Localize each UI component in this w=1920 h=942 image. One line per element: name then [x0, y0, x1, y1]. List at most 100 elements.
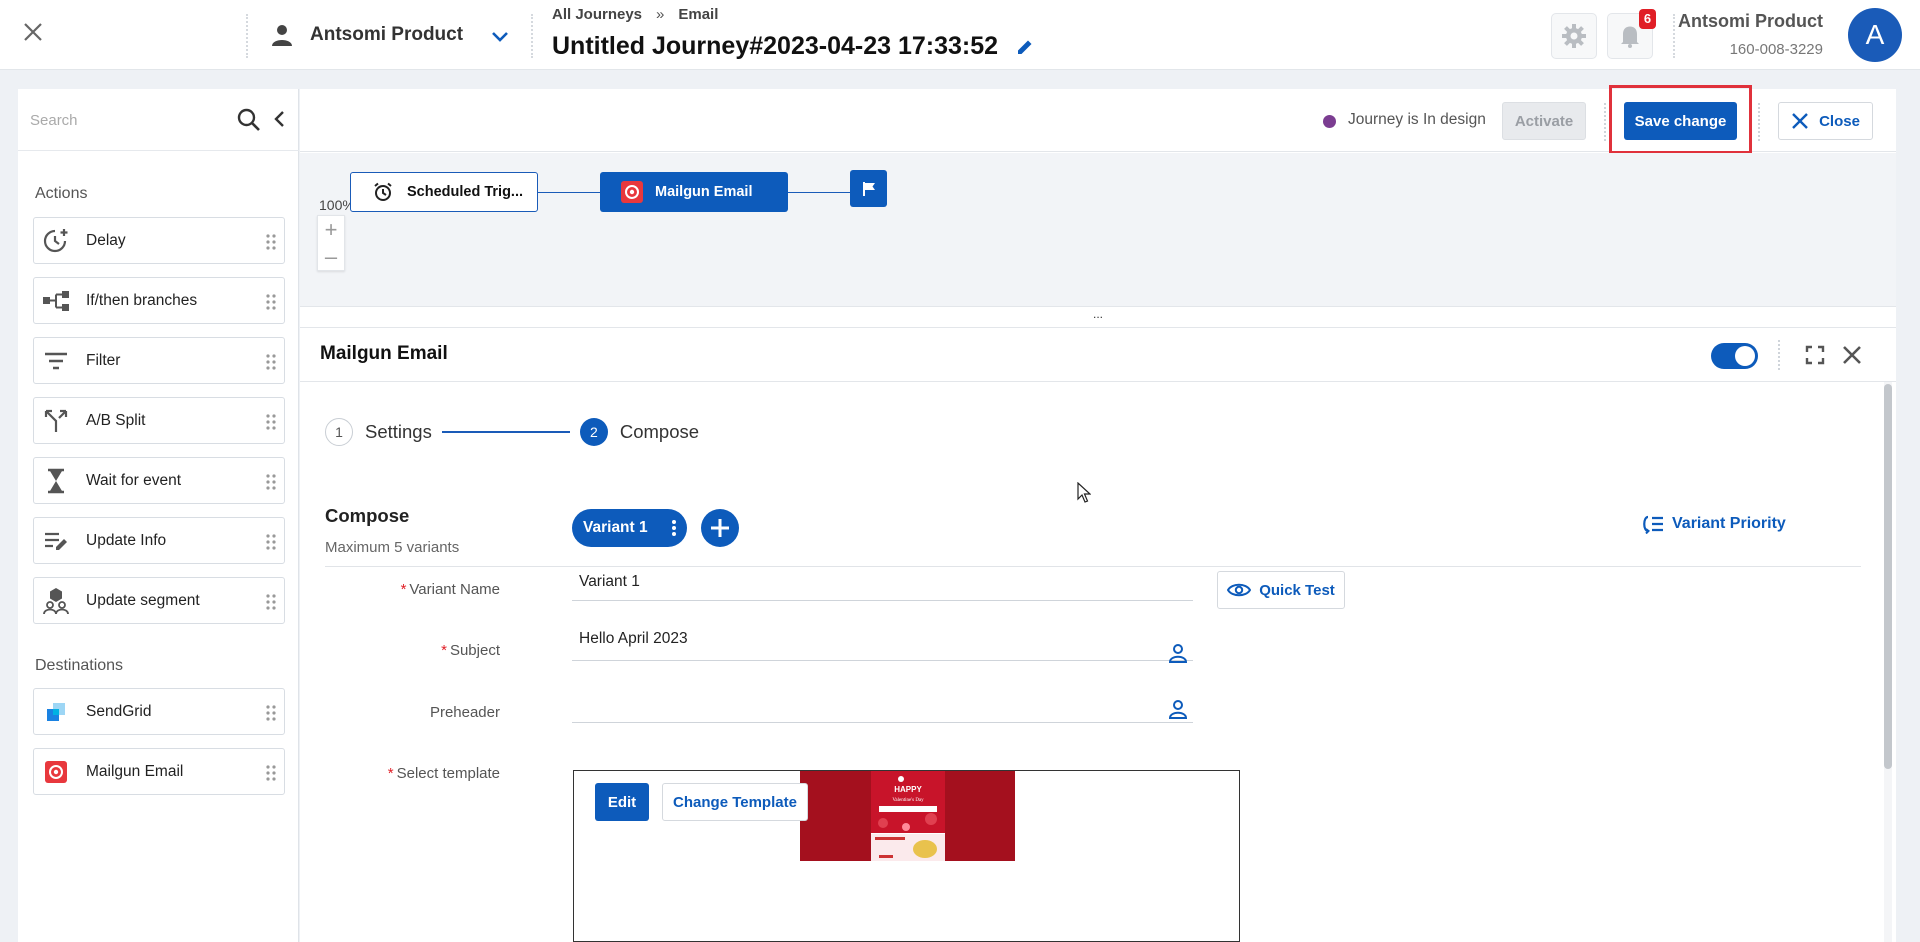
- sidebar-item-if-then-branches[interactable]: If/then branches: [33, 277, 285, 324]
- delay-icon: [42, 228, 70, 254]
- template-preview[interactable]: HAPPY Valentine's Day Edit Change Templa…: [573, 770, 1240, 942]
- account-selector[interactable]: Antsomi Product: [270, 20, 508, 50]
- breadcrumb-all-journeys[interactable]: All Journeys: [552, 6, 642, 23]
- mailgun-icon: [42, 759, 70, 785]
- journey-editor: Journey is In design Activate Save chang…: [300, 85, 1896, 942]
- journey-title-text: Untitled Journey#2023-04-23 17:33:52: [552, 32, 999, 60]
- compose-title: Compose: [325, 505, 410, 526]
- add-variant-button[interactable]: [701, 509, 739, 547]
- drag-handle-icon[interactable]: [266, 593, 276, 611]
- drag-handle-icon[interactable]: [266, 704, 276, 722]
- step-connector: [441, 431, 570, 433]
- expand-icon[interactable]: [1805, 345, 1825, 365]
- eye-icon: [1227, 583, 1252, 597]
- pencil-icon[interactable]: [1016, 38, 1034, 56]
- variant-tab-label: Variant 1: [583, 519, 648, 536]
- variant-priority-button[interactable]: Variant Priority: [1640, 514, 1786, 534]
- scrollbar-thumb[interactable]: [1884, 384, 1892, 769]
- step-compose[interactable]: 2 Compose: [579, 418, 700, 446]
- quick-test-button[interactable]: Quick Test: [1217, 571, 1345, 609]
- more-vertical-icon[interactable]: [671, 519, 677, 537]
- collapse-sidebar-icon[interactable]: [273, 109, 287, 129]
- hourglass-icon: [42, 468, 70, 494]
- header-divider: [1673, 14, 1675, 58]
- sidebar-item-update-info[interactable]: Update Info: [33, 517, 285, 564]
- sidebar-item-delay[interactable]: Delay: [33, 217, 285, 264]
- variant-tab[interactable]: Variant 1: [572, 509, 687, 547]
- sidebar-item-filter[interactable]: Filter: [33, 337, 285, 384]
- select-template-label: * Select template: [387, 765, 500, 782]
- account-name: Antsomi Product: [310, 24, 464, 45]
- node-scheduled-trigger[interactable]: Scheduled Trig...: [350, 172, 538, 212]
- scrollbar[interactable]: [1884, 382, 1892, 942]
- action-bar: Journey is In design Activate Save chang…: [300, 85, 1896, 154]
- step-settings[interactable]: 1 Settings: [325, 418, 432, 446]
- sidebar-item-ab-split[interactable]: A/B Split: [33, 397, 285, 444]
- priority-list-icon: [1643, 515, 1663, 534]
- drag-handle-icon[interactable]: [266, 764, 276, 782]
- mailgun-icon: [621, 181, 643, 203]
- divider: [1758, 103, 1760, 141]
- preheader-input[interactable]: [572, 683, 1193, 723]
- header-divider: [246, 14, 248, 58]
- sidebar-item-label: Filter: [86, 351, 121, 369]
- journey-title: Untitled Journey#2023-04-23 17:33:52: [552, 32, 1034, 61]
- notification-badge: 6: [1639, 9, 1656, 29]
- drag-handle-icon[interactable]: [266, 353, 276, 371]
- close-icon[interactable]: [18, 17, 48, 47]
- sidebar-item-label: If/then branches: [86, 291, 198, 309]
- zoom-out-button[interactable]: –: [318, 243, 344, 270]
- search-icon[interactable]: [236, 107, 262, 133]
- template-thumbnail-content: HAPPY Valentine's Day: [871, 771, 945, 861]
- notifications-button[interactable]: 6: [1607, 9, 1656, 59]
- user-id: 160-008-3229: [1729, 41, 1823, 58]
- personalize-user-icon[interactable]: [1168, 699, 1188, 719]
- sidebar-item-update-segment[interactable]: Update segment: [33, 577, 285, 624]
- avatar[interactable]: A: [1848, 8, 1902, 62]
- settings-button[interactable]: [1551, 13, 1597, 59]
- step-number: 2: [579, 418, 608, 446]
- variant-name-input[interactable]: [572, 563, 1193, 601]
- flow-connector: [788, 192, 850, 193]
- close-icon[interactable]: [1842, 345, 1862, 365]
- sidebar-item-sendgrid[interactable]: SendGrid: [33, 688, 285, 735]
- zoom-in-button[interactable]: +: [318, 216, 344, 243]
- node-mailgun-email[interactable]: Mailgun Email: [600, 172, 788, 212]
- drag-handle-icon[interactable]: [266, 533, 276, 551]
- destinations-heading: Destinations: [35, 657, 124, 674]
- sendgrid-icon: [42, 699, 70, 725]
- sidebar-item-label: Wait for event: [86, 471, 182, 489]
- drag-handle-icon[interactable]: [266, 413, 276, 431]
- drag-handle-icon[interactable]: [266, 293, 276, 311]
- template-thumbnail: HAPPY Valentine's Day: [800, 771, 1015, 861]
- top-header: Antsomi Product All Journeys » Email Unt…: [0, 0, 1920, 70]
- drag-handle-icon[interactable]: [266, 233, 276, 251]
- close-button[interactable]: Close: [1778, 102, 1873, 140]
- close-icon: [1792, 113, 1808, 129]
- edit-template-button[interactable]: Edit: [595, 783, 649, 821]
- search-input[interactable]: [30, 107, 240, 133]
- chevron-down-icon[interactable]: [490, 26, 510, 46]
- sidebar-item-label: A/B Split: [86, 411, 146, 429]
- svg-text:HAPPY: HAPPY: [894, 785, 922, 794]
- journey-status: Journey is In design: [1348, 111, 1486, 128]
- status-dot: [1323, 115, 1336, 128]
- node-end[interactable]: [850, 170, 887, 207]
- flow-canvas[interactable]: 100% + – Scheduled Trig... Mailgun Email: [300, 153, 1896, 306]
- change-template-button[interactable]: Change Template: [662, 783, 808, 821]
- sidebar-item-mailgun-email[interactable]: Mailgun Email: [33, 748, 285, 795]
- activate-button[interactable]: Activate: [1502, 102, 1586, 140]
- save-change-button[interactable]: Save change: [1624, 102, 1737, 140]
- sidebar-item-wait-for-event[interactable]: Wait for event: [33, 457, 285, 504]
- node-label: Mailgun Email: [655, 184, 753, 200]
- panel-resizer[interactable]: ...: [300, 306, 1896, 328]
- drag-handle-icon[interactable]: [266, 473, 276, 491]
- zoom-controls: + –: [317, 215, 345, 271]
- node-enabled-toggle[interactable]: [1711, 343, 1758, 369]
- quick-test-label: Quick Test: [1259, 581, 1335, 599]
- plus-icon: [711, 519, 729, 537]
- node-panel-title: Mailgun Email: [320, 343, 448, 364]
- step-label: Compose: [619, 421, 700, 442]
- subject-input[interactable]: [572, 617, 1193, 661]
- personalize-user-icon[interactable]: [1168, 643, 1188, 663]
